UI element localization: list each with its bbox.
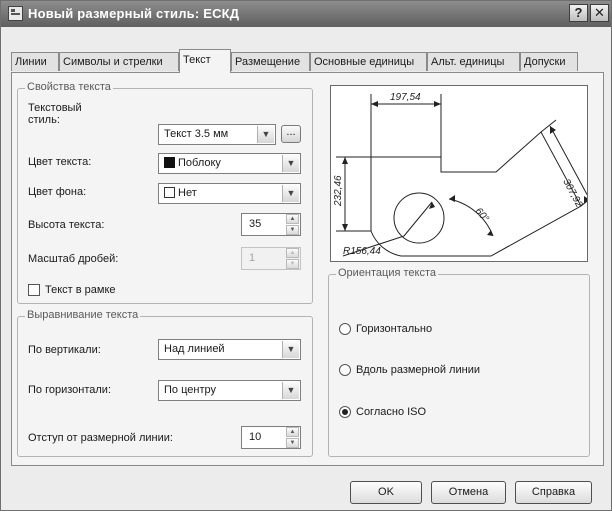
horizontal-align-select[interactable]: По центру ▼ <box>158 380 301 401</box>
text-height-label: Высота текста: <box>28 219 105 231</box>
dim-text-angle: 60° <box>473 206 491 225</box>
radius-leader-line <box>403 201 433 237</box>
fill-color-select[interactable]: Нет ▼ <box>158 183 301 204</box>
title-bar: Новый размерный стиль: ЕСКД ? ✕ <box>1 1 611 27</box>
radio-horizontal-label: Горизонтально <box>356 323 433 335</box>
dim-text-left: 232,46 <box>333 175 344 207</box>
text-style-select[interactable]: Текст 3.5 мм ▼ <box>158 124 276 145</box>
arrowhead-icon <box>449 195 455 202</box>
text-properties-group: Свойства текста Текстовый стиль: Текст 3… <box>17 81 313 304</box>
fill-color-value: Нет <box>178 187 197 199</box>
radio-horizontal[interactable] <box>339 323 351 335</box>
text-alignment-group: Выравнивание текста По вертикали: Над ли… <box>17 309 313 457</box>
tab-placement[interactable]: Размещение <box>231 52 310 71</box>
text-alignment-legend: Выравнивание текста <box>25 309 141 321</box>
text-height-spinner[interactable]: 35 ▲ ▼ <box>241 213 301 236</box>
spin-down-icon[interactable]: ▼ <box>286 438 299 448</box>
dimension-line-offset-spinner[interactable]: 10 ▲ ▼ <box>241 426 301 449</box>
spin-up-icon: ▲ <box>286 248 299 258</box>
help-title-button[interactable]: ? <box>569 4 588 22</box>
text-frame-label: Текст в рамке <box>45 284 116 296</box>
close-button[interactable]: ✕ <box>590 4 609 22</box>
dim-text-radius: R156,44 <box>343 246 381 257</box>
text-properties-legend: Свойства текста <box>25 81 113 93</box>
text-orientation-group: Ориентация текста Горизонтально Вдоль ра… <box>328 267 590 457</box>
arrowhead-icon <box>342 157 348 164</box>
vertical-align-value: Над линией <box>164 343 225 355</box>
text-height-value: 35 <box>249 218 262 230</box>
chevron-down-icon: ▼ <box>282 382 299 399</box>
color-swatch-icon <box>164 157 175 168</box>
vertical-align-select[interactable]: Над линией ▼ <box>158 339 301 360</box>
radio-aligned-label: Вдоль размерной линии <box>356 364 480 376</box>
tab-symbols-arrows[interactable]: Символы и стрелки <box>59 52 179 71</box>
text-style-label: Текстовый стиль: <box>28 102 82 126</box>
dimension-style-preview: 197,54 232,46 307,92 60° R156,44 <box>330 85 597 262</box>
arrowhead-icon <box>371 101 378 107</box>
text-color-label: Цвет текста: <box>28 156 92 168</box>
cancel-button[interactable]: Отмена <box>431 481 506 504</box>
fraction-scale-label: Масштаб дробей: <box>28 253 119 265</box>
spin-up-icon[interactable]: ▲ <box>286 214 299 224</box>
horizontal-align-value: По центру <box>164 384 216 396</box>
ok-button[interactable]: OK <box>350 481 422 504</box>
tab-alt-units[interactable]: Альт. единицы <box>427 52 520 71</box>
fraction-scale-spinner: 1 ▲ ▼ <box>241 247 301 270</box>
preview-drawing: 197,54 232,46 307,92 60° R156,44 <box>333 92 597 257</box>
text-color-select[interactable]: Поблоку ▼ <box>158 153 301 174</box>
arrowhead-icon <box>342 224 348 231</box>
text-style-value: Текст 3.5 мм <box>164 128 229 140</box>
vertical-align-label: По вертикали: <box>28 344 101 356</box>
text-color-value: Поблоку <box>178 157 221 169</box>
spin-down-icon: ▼ <box>286 259 299 269</box>
app-icon <box>8 6 23 21</box>
dim-text-right: 307,92 <box>560 177 584 210</box>
dimension-line-offset-label: Отступ от размерной линии: <box>28 432 173 444</box>
horizontal-align-label: По горизонтали: <box>28 384 111 396</box>
tab-primary-units[interactable]: Основные единицы <box>310 52 427 71</box>
radio-iso-label: Согласно ISO <box>356 406 427 418</box>
text-frame-checkbox[interactable] <box>28 284 40 296</box>
window-title: Новый размерный стиль: ЕСКД <box>28 6 240 21</box>
text-style-browse-button[interactable]: ... <box>281 125 301 143</box>
color-swatch-icon <box>164 187 175 198</box>
spin-down-icon[interactable]: ▼ <box>286 225 299 235</box>
chevron-down-icon: ▼ <box>257 126 274 143</box>
arrowhead-icon <box>429 202 435 209</box>
dimension-line-offset-value: 10 <box>249 431 262 443</box>
chevron-down-icon: ▼ <box>282 155 299 172</box>
fill-color-label: Цвет фона: <box>28 186 87 198</box>
tab-page-text: Свойства текста Текстовый стиль: Текст 3… <box>11 72 604 466</box>
arrowhead-icon <box>434 101 441 107</box>
spin-up-icon[interactable]: ▲ <box>286 427 299 437</box>
chevron-down-icon: ▼ <box>282 185 299 202</box>
dim-text-top: 197,54 <box>390 92 421 103</box>
dialog-window: Новый размерный стиль: ЕСКД ? ✕ Линии Си… <box>0 0 612 511</box>
tab-tolerances[interactable]: Допуски <box>520 52 578 71</box>
help-button[interactable]: Справка <box>515 481 592 504</box>
radio-iso-standard[interactable] <box>339 406 351 418</box>
chevron-down-icon: ▼ <box>282 341 299 358</box>
tab-lines[interactable]: Линии <box>11 52 59 71</box>
radio-aligned-with-dim-line[interactable] <box>339 364 351 376</box>
tab-text[interactable]: Текст <box>179 49 231 73</box>
fraction-scale-value: 1 <box>249 252 256 264</box>
text-orientation-legend: Ориентация текста <box>336 267 439 279</box>
arrowhead-icon <box>550 126 556 134</box>
